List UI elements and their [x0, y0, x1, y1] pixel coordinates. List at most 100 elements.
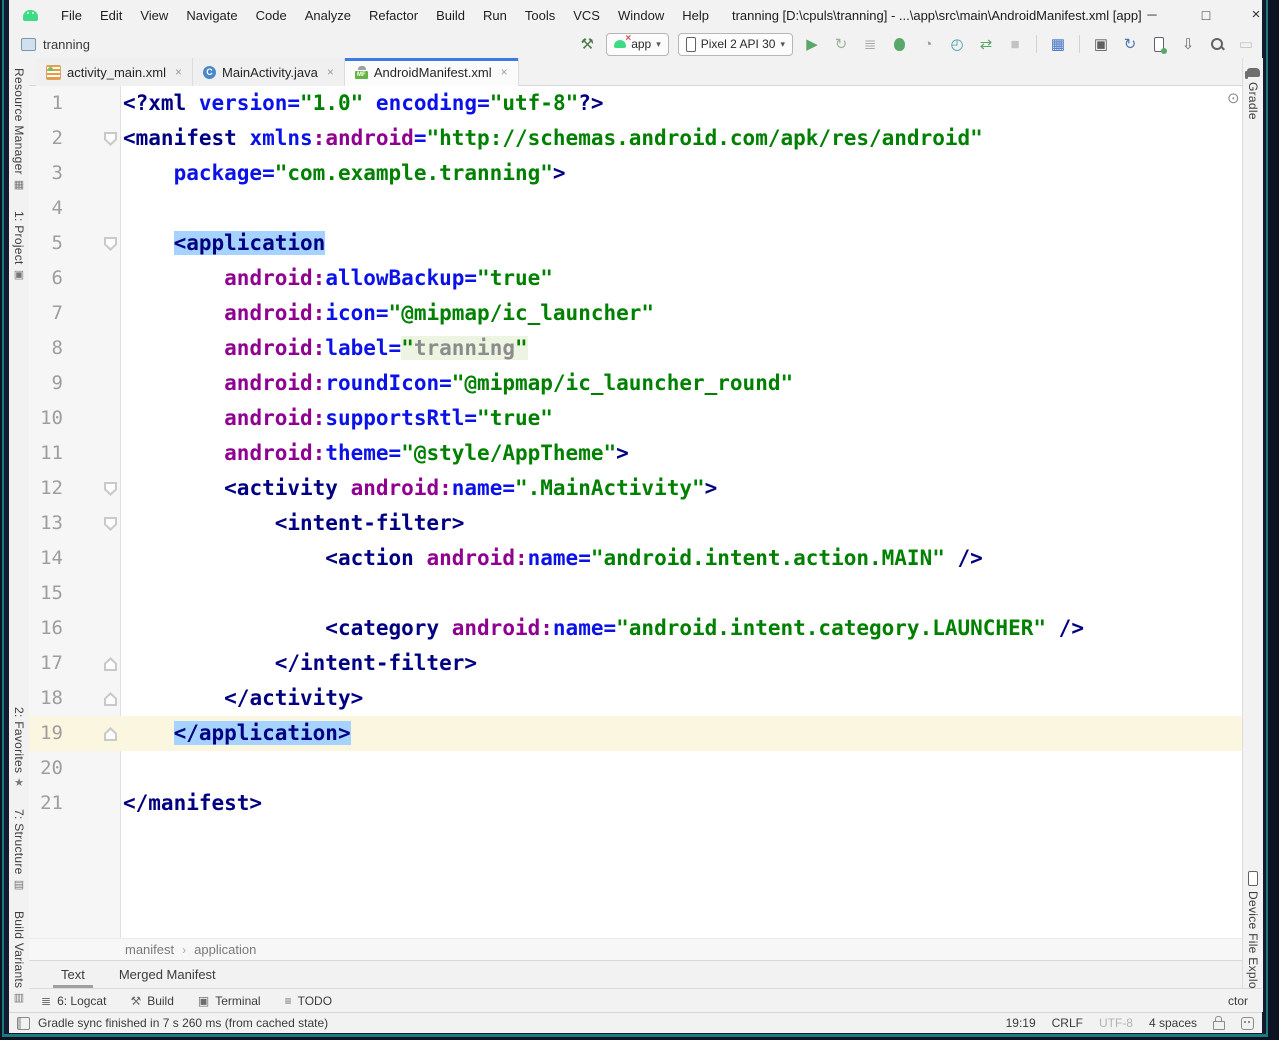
search-everywhere-icon[interactable] [1207, 34, 1227, 54]
menu-navigate[interactable]: Navigate [177, 1, 246, 30]
apply-code-changes-icon[interactable]: ≣ [860, 34, 880, 54]
view-tab-merged-manifest[interactable]: Merged Manifest [105, 961, 230, 989]
run-configuration-select[interactable]: app▾ [606, 33, 669, 56]
hide-windows-icon[interactable]: ▭ [1236, 34, 1256, 54]
code-line[interactable]: 1<?xml version="1.0" encoding="utf-8"?> [29, 86, 1242, 121]
code-text[interactable]: android:icon="@mipmap/ic_launcher" [120, 296, 654, 331]
code-line[interactable]: 16 <category android:name="android.inten… [29, 611, 1242, 646]
line-ending[interactable]: CRLF [1052, 1016, 1083, 1030]
truncated-layout-inspector-label[interactable]: ctor [1228, 994, 1248, 1008]
file-encoding[interactable]: UTF-8 [1099, 1016, 1133, 1030]
code-line[interactable]: 18 </activity> [29, 681, 1242, 716]
code-line[interactable]: 14 <action android:name="android.intent.… [29, 541, 1242, 576]
code-line[interactable]: 8 android:label="tranning" [29, 331, 1242, 366]
menu-view[interactable]: View [131, 1, 177, 30]
menu-analyze[interactable]: Analyze [296, 1, 360, 30]
debug-icon[interactable] [889, 34, 909, 54]
menu-tools[interactable]: Tools [516, 1, 564, 30]
code-text[interactable]: </application> [120, 716, 351, 751]
run-icon[interactable]: ▶ [802, 34, 822, 54]
menu-run[interactable]: Run [474, 1, 516, 30]
device-manager-icon[interactable] [1149, 34, 1169, 54]
gradle-daemon-icon[interactable] [1241, 1017, 1254, 1030]
code-text[interactable]: <manifest xmlns:android="http://schemas.… [120, 121, 983, 156]
sidebar-item-structure[interactable]: 7: Structure▤ [12, 809, 26, 891]
code-text[interactable]: </intent-filter> [120, 646, 477, 681]
indent-style[interactable]: 4 spaces [1149, 1016, 1197, 1030]
toolwindow-button-logcat[interactable]: ≣6: Logcat [41, 994, 106, 1008]
code-text[interactable]: <category android:name="android.intent.c… [120, 611, 1084, 646]
menu-refactor[interactable]: Refactor [360, 1, 427, 30]
code-line[interactable]: 10 android:supportsRtl="true" [29, 401, 1242, 436]
code-text[interactable]: <activity android:name=".MainActivity"> [120, 471, 717, 506]
toolwindow-button-todo[interactable]: ≡TODO [285, 994, 332, 1008]
sync-project-gradle-icon[interactable]: ↻ [1120, 34, 1140, 54]
code-line[interactable]: 2<manifest xmlns:android="http://schemas… [29, 121, 1242, 156]
code-area[interactable]: 1<?xml version="1.0" encoding="utf-8"?>2… [29, 86, 1242, 821]
code-editor[interactable]: 1<?xml version="1.0" encoding="utf-8"?>2… [29, 86, 1242, 938]
menu-edit[interactable]: Edit [91, 1, 131, 30]
inspections-widget-icon[interactable]: ⊙ [1227, 89, 1240, 107]
sidebar-item-device-file-explorer[interactable]: Device File Explorer [1246, 871, 1260, 1004]
code-text[interactable]: android:theme="@style/AppTheme"> [120, 436, 629, 471]
code-text[interactable]: android:supportsRtl="true" [120, 401, 553, 436]
code-line[interactable]: 6 android:allowBackup="true" [29, 261, 1242, 296]
navigation-bar[interactable]: tranning [21, 30, 90, 58]
code-text[interactable]: <application [120, 226, 325, 261]
code-text[interactable]: package="com.example.tranning"> [120, 156, 566, 191]
code-text[interactable] [120, 191, 123, 226]
maximize-button[interactable]: □ [1189, 0, 1223, 29]
fold-marker-icon[interactable] [104, 692, 117, 706]
fold-marker-icon[interactable] [104, 237, 117, 251]
code-line[interactable]: 13 <intent-filter> [29, 506, 1242, 541]
code-line[interactable]: 20 [29, 751, 1242, 786]
lock-icon[interactable] [1213, 1021, 1225, 1030]
fold-marker-icon[interactable] [104, 657, 117, 671]
view-tab-text[interactable]: Text [47, 961, 99, 989]
code-line[interactable]: 9 android:roundIcon="@mipmap/ic_launcher… [29, 366, 1242, 401]
fold-marker-icon[interactable] [104, 727, 117, 741]
apply-changes-icon[interactable]: ↻ [831, 34, 851, 54]
toolwindow-button-build[interactable]: ⚒Build [130, 994, 173, 1008]
caret-position[interactable]: 19:19 [1006, 1016, 1036, 1030]
fold-marker-icon[interactable] [104, 482, 117, 496]
minimize-button[interactable]: ─ [1135, 0, 1169, 29]
tab-activity-main-xml[interactable]: activity_main.xml× [36, 58, 193, 86]
code-text[interactable]: </activity> [120, 681, 363, 716]
sidebar-item-resource-manager[interactable]: Resource Manager▦ [12, 68, 26, 191]
code-line[interactable]: 3 package="com.example.tranning"> [29, 156, 1242, 191]
profile-icon[interactable]: ◔ [918, 34, 938, 54]
code-text[interactable]: </manifest> [120, 786, 262, 821]
fold-marker-icon[interactable] [104, 517, 117, 531]
device-select[interactable]: Pixel 2 API 30▾ [678, 33, 793, 56]
restart-activity-icon[interactable]: ⇄ [976, 34, 996, 54]
code-line[interactable]: 17 </intent-filter> [29, 646, 1242, 681]
fold-marker-icon[interactable] [104, 132, 117, 146]
tab-androidmanifest-xml[interactable]: AndroidManifest.xml× [345, 58, 519, 86]
code-line[interactable]: 21</manifest> [29, 786, 1242, 821]
menu-help[interactable]: Help [673, 1, 718, 30]
code-text[interactable]: <action android:name="android.intent.act… [120, 541, 983, 576]
layout-inspector-icon[interactable]: ▦ [1048, 34, 1068, 54]
sidebar-item-gradle[interactable]: Gradle [1246, 68, 1260, 120]
menu-build[interactable]: Build [427, 1, 474, 30]
profiler-icon[interactable]: ◴ [947, 34, 967, 54]
code-text[interactable] [120, 751, 123, 786]
breadcrumb-manifest[interactable]: manifest [125, 942, 174, 957]
code-text[interactable]: <intent-filter> [120, 506, 464, 541]
code-line[interactable]: 15 [29, 576, 1242, 611]
sdk-manager-icon[interactable]: ⇩ [1178, 34, 1198, 54]
code-text[interactable]: android:roundIcon="@mipmap/ic_launcher_r… [120, 366, 793, 401]
close-icon[interactable]: × [327, 65, 334, 79]
stop-icon[interactable]: ■ [1005, 34, 1025, 54]
code-line[interactable]: 12 <activity android:name=".MainActivity… [29, 471, 1242, 506]
code-line[interactable]: 4 [29, 191, 1242, 226]
breadcrumb-application[interactable]: application [194, 942, 256, 957]
code-line[interactable]: 7 android:icon="@mipmap/ic_launcher" [29, 296, 1242, 331]
sidebar-item-favorites[interactable]: 2: Favorites★ [12, 707, 26, 789]
code-line[interactable]: 5 <application [29, 226, 1242, 261]
code-line[interactable]: 11 android:theme="@style/AppTheme"> [29, 436, 1242, 471]
build-hammer-icon[interactable]: ⚒ [577, 34, 597, 54]
code-text[interactable]: android:allowBackup="true" [120, 261, 553, 296]
code-text[interactable]: android:label="tranning" [120, 331, 528, 366]
